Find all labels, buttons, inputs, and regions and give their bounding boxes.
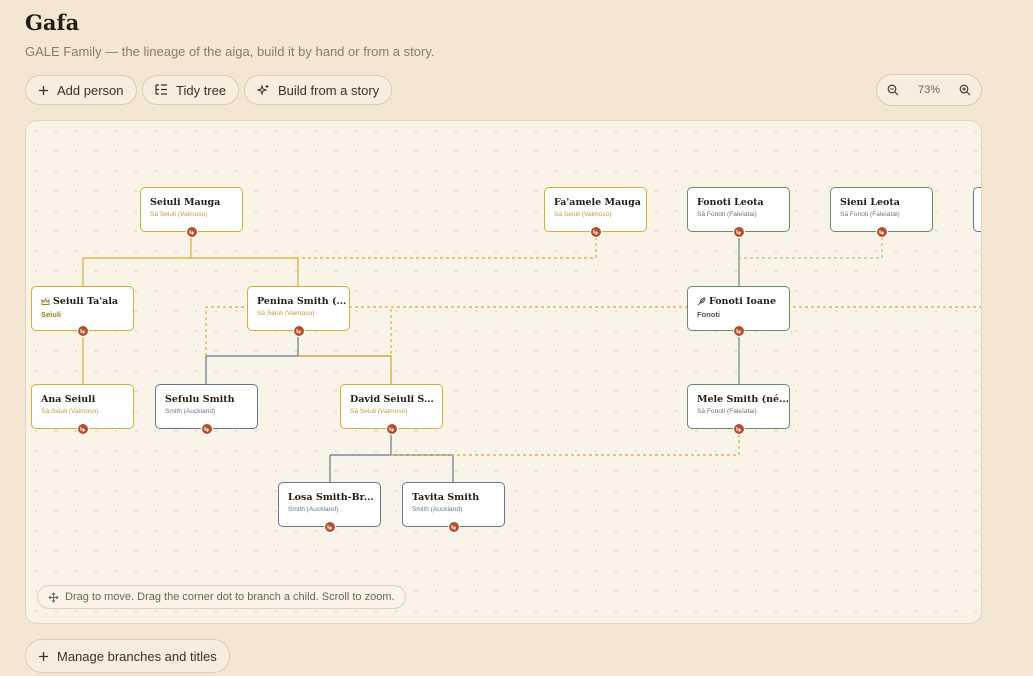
person-card-faamele-mauga[interactable]: Fa'amele Mauga Sā Seiuli (Vaimoso): [544, 187, 647, 238]
person-name-row: Seiuli Ta'ala: [41, 296, 133, 307]
person-branch: Sā Seiuli (Vaimoso): [257, 310, 315, 317]
branch-arrow-icon: [879, 229, 884, 235]
person-branch: Sā Seiuli (Vaimoso): [41, 408, 99, 415]
zoom-level: 73%: [917, 84, 941, 96]
person-branch: Sā Seiuli (Vaimoso): [554, 211, 612, 218]
person-name: Fonoti Ioane: [709, 296, 776, 307]
branch-arrow-icon: [451, 524, 456, 530]
person-branch: Smith (Auckland): [288, 506, 339, 513]
person-name-row: Fonoti Ioane: [697, 296, 789, 307]
app-subtitle: GALE Family — the lineage of the aiga, b…: [25, 44, 435, 59]
person-name: Fa'amele Mauga: [554, 197, 641, 208]
zoom-in-icon[interactable]: [959, 84, 971, 96]
person-title: Fonoti: [697, 310, 720, 319]
plus-icon: [39, 651, 48, 661]
offscreen-person-card[interactable]: [973, 187, 981, 232]
branch-arrow-icon: [296, 328, 301, 334]
person-branch: Sā Seiuli (Vaimoso): [150, 211, 208, 218]
build-from-story-label: Build from a story: [278, 82, 380, 98]
branch-child-handle[interactable]: [732, 423, 745, 435]
person-card-ana-seiuli[interactable]: Ana Seiuli Sā Seiuli (Vaimoso): [31, 384, 134, 435]
branch-arrow-icon: [80, 426, 85, 432]
branch-child-handle[interactable]: [732, 226, 745, 238]
person-name: Ana Seiuli: [41, 394, 96, 405]
app-title: Gafa: [25, 10, 80, 35]
add-person-button[interactable]: Add person: [25, 75, 137, 105]
feather-icon: [697, 297, 706, 306]
person-title: Seiuli: [41, 310, 62, 319]
person-branch: Sā Fonoti (Faleīatai): [697, 408, 757, 415]
move-icon: [48, 591, 59, 603]
branch-child-handle[interactable]: [76, 423, 89, 435]
manage-branches-button[interactable]: Manage branches and titles: [25, 639, 230, 673]
build-from-story-button[interactable]: Build from a story: [244, 75, 393, 105]
branch-arrow-icon: [593, 229, 598, 235]
person-name: Seiuli Mauga: [150, 197, 221, 208]
branch-arrow-icon: [80, 328, 85, 334]
zoom-control: 73%: [876, 74, 982, 106]
person-branch: Sā Fonoti (Faleīatai): [840, 211, 900, 218]
person-name: Penina Smith (...: [257, 296, 347, 307]
branch-arrow-icon: [736, 229, 741, 235]
person-branch: Smith (Auckland): [412, 506, 463, 513]
add-person-label: Add person: [57, 82, 124, 98]
person-name: Fonoti Leota: [697, 197, 764, 208]
branch-child-handle[interactable]: [185, 226, 198, 238]
manage-branches-label: Manage branches and titles: [57, 648, 217, 664]
person-name: David Seiuli S...: [350, 394, 434, 405]
branch-child-handle[interactable]: [323, 521, 336, 533]
person-branch: Sā Seiuli (Vaimoso): [350, 408, 408, 415]
branch-child-handle[interactable]: [76, 325, 89, 337]
branch-child-handle[interactable]: [385, 423, 398, 435]
person-branch: Sā Fonoti (Faleīatai): [697, 211, 757, 218]
list-tree-icon: [155, 84, 167, 95]
zoom-out-icon[interactable]: [887, 84, 899, 96]
person-card-fonoti-ioane[interactable]: Fonoti Ioane Fonoti: [687, 286, 790, 337]
branch-arrow-icon: [736, 328, 741, 334]
branch-child-handle[interactable]: [589, 226, 602, 238]
branch-arrow-icon: [389, 426, 394, 432]
tidy-tree-label: Tidy tree: [176, 82, 227, 98]
person-name: Tavita Smith: [412, 492, 480, 503]
branch-child-handle[interactable]: [732, 325, 745, 337]
person-card-sefulu-smith[interactable]: Sefulu Smith Smith (Auckland): [155, 384, 258, 435]
person-card-mele-smith[interactable]: Mele Smith (né... Sā Fonoti (Faleīatai): [687, 384, 790, 435]
person-name: Sieni Leota: [840, 197, 900, 208]
crown-icon: [41, 297, 50, 305]
person-card-sieni-leota[interactable]: Sieni Leota Sā Fonoti (Faleīatai): [830, 187, 933, 238]
branch-arrow-icon: [189, 229, 194, 235]
person-card-losa-smith[interactable]: Losa Smith-Br... Smith (Auckland): [278, 482, 381, 533]
person-card-fonoti-leota[interactable]: Fonoti Leota Sā Fonoti (Faleīatai): [687, 187, 790, 238]
branch-child-handle[interactable]: [875, 226, 888, 238]
person-branch: Smith (Auckland): [165, 408, 216, 415]
sparkles-icon: [257, 83, 269, 96]
person-name: Seiuli Ta'ala: [53, 296, 119, 307]
branch-child-handle[interactable]: [200, 423, 213, 435]
person-card-penina-smith[interactable]: Penina Smith (... Sā Seiuli (Vaimoso): [247, 286, 350, 337]
plus-icon: [39, 85, 48, 95]
canvas-hint-text: Drag to move. Drag the corner dot to bra…: [65, 591, 395, 603]
person-name: Losa Smith-Br...: [288, 492, 374, 503]
person-name: Mele Smith (né...: [697, 394, 790, 405]
branch-arrow-icon: [327, 524, 332, 530]
person-name: Sefulu Smith: [165, 394, 235, 405]
person-card-tavita-smith[interactable]: Tavita Smith Smith (Auckland): [402, 482, 505, 533]
branch-child-handle[interactable]: [447, 521, 460, 533]
canvas-hint: Drag to move. Drag the corner dot to bra…: [37, 585, 406, 609]
person-card-seiuli-taala[interactable]: Seiuli Ta'ala Seiuli: [31, 286, 134, 337]
tree-canvas[interactable]: Seiuli Mauga Sā Seiuli (Vaimoso) Fa'amel…: [25, 120, 982, 624]
tidy-tree-button[interactable]: Tidy tree: [142, 75, 240, 105]
branch-arrow-icon: [204, 426, 209, 432]
branch-child-handle[interactable]: [292, 325, 305, 337]
branch-arrow-icon: [736, 426, 741, 432]
person-card-seiuli-mauga[interactable]: Seiuli Mauga Sā Seiuli (Vaimoso): [140, 187, 243, 238]
person-card-david-seiuli-smith[interactable]: David Seiuli S... Sā Seiuli (Vaimoso): [340, 384, 443, 435]
